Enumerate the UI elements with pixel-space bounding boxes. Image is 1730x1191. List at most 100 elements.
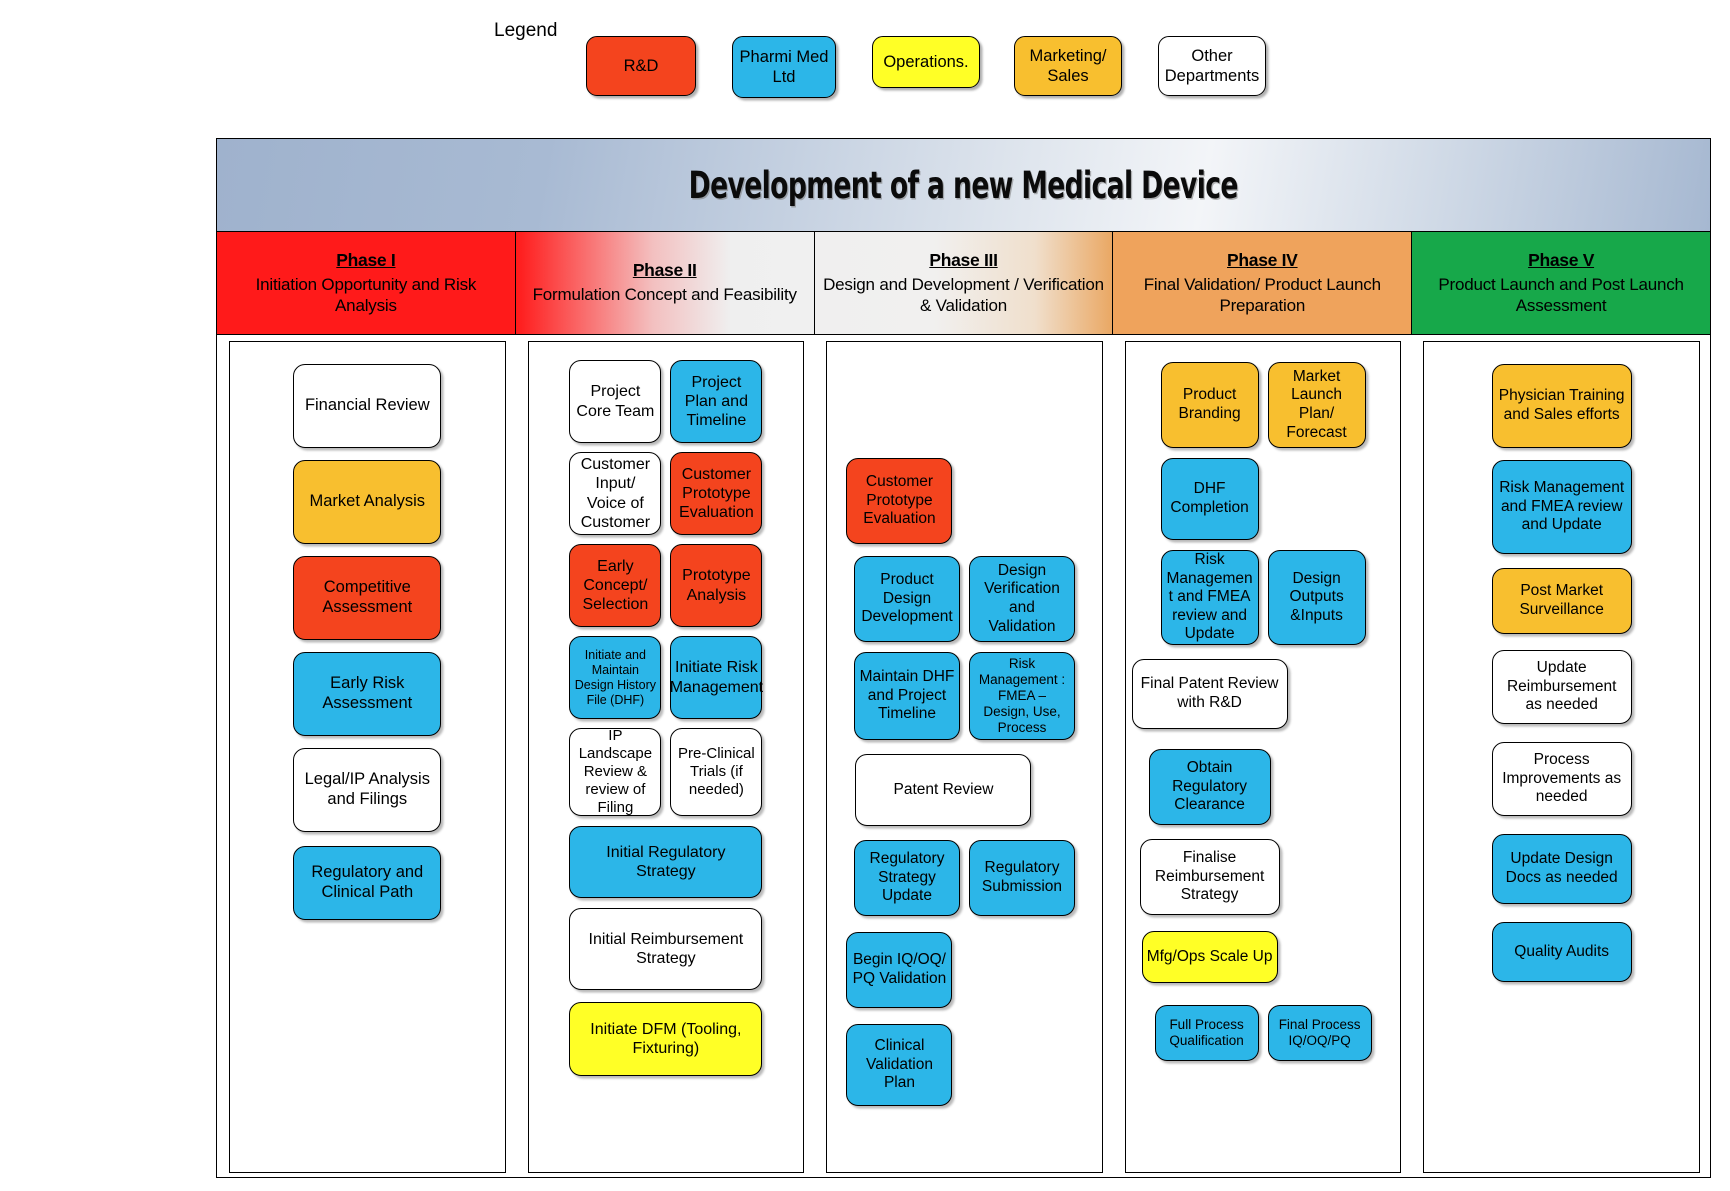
- node-physician-training-sales[interactable]: Physician Training and Sales efforts: [1491, 364, 1632, 448]
- phase-column-4-border: Product Branding Market Launch Plan/ For…: [1124, 341, 1402, 1173]
- phase-column-5-stack: Physician Training and Sales efforts Ris…: [1424, 342, 1699, 1172]
- legend-chip-other-departments: Other Departments: [1158, 36, 1266, 96]
- node-update-reimbursement[interactable]: Update Reimbursement as needed: [1491, 650, 1632, 724]
- node-regulatory-submission[interactable]: Regulatory Submission: [968, 840, 1075, 916]
- phase-column-2: Project Core Team Project Plan and Timel…: [516, 335, 815, 1179]
- node-initiate-maintain-dhf[interactable]: Initiate and Maintain Design History Fil…: [569, 636, 662, 719]
- node-risk-management-fmea[interactable]: Risk Management : FMEA – Design, Use, Pr…: [968, 652, 1075, 740]
- legend-chip-marketing-sales: Marketing/ Sales: [1014, 36, 1122, 96]
- phase-title: Phase I: [336, 249, 396, 270]
- phase-column-3-border: Customer Prototype Evaluation Product De…: [826, 341, 1103, 1173]
- phase-header-5: Phase V Product Launch and Post Launch A…: [1412, 232, 1710, 335]
- node-row: Product Branding Market Launch Plan/ For…: [1126, 362, 1401, 448]
- node-full-process-qualification[interactable]: Full Process Qualification: [1154, 1005, 1259, 1061]
- node-process-improvements[interactable]: Process Improvements as needed: [1491, 742, 1632, 816]
- node-financial-review[interactable]: Financial Review: [293, 364, 442, 448]
- phase-column-3-stack: Customer Prototype Evaluation Product De…: [827, 342, 1102, 1172]
- node-initiate-risk-management[interactable]: Initiate Risk Management: [670, 636, 763, 719]
- node-risk-management-fmea-update[interactable]: Risk Managemen t and FMEA review and Upd…: [1160, 550, 1259, 645]
- phase-title: Phase III: [929, 249, 998, 270]
- phase-column-4-stack: Product Branding Market Launch Plan/ For…: [1126, 342, 1401, 1172]
- node-initial-regulatory-strategy[interactable]: Initial Regulatory Strategy: [569, 826, 763, 898]
- node-competitive-assessment[interactable]: Competitive Assessment: [293, 556, 442, 640]
- phase-header-3: Phase III Design and Development / Verif…: [814, 232, 1114, 335]
- legend-chip-operations: Operations.: [872, 36, 980, 88]
- phase-header-1: Phase I Initiation Opportunity and Risk …: [217, 232, 516, 335]
- node-pre-clinical-trials[interactable]: Pre-Clinical Trials (if needed): [670, 728, 763, 816]
- node-row: Maintain DHF and Project Timeline Risk M…: [827, 652, 1102, 740]
- legend-items: R&D Pharmi Med Ltd Operations. Marketing…: [586, 36, 1266, 98]
- phase-subtitle: Initiation Opportunity and Risk Analysis: [255, 274, 477, 315]
- node-regulatory-strategy-update[interactable]: Regulatory Strategy Update: [853, 840, 960, 916]
- phase-body-row: Financial Review Market Analysis Competi…: [217, 335, 1710, 1179]
- node-project-core-team[interactable]: Project Core Team: [569, 360, 662, 443]
- node-row: Product Design Development Design Verifi…: [827, 556, 1102, 642]
- node-design-verification-validation[interactable]: Design Verification and Validation: [968, 556, 1075, 642]
- phase-column-1-stack: Financial Review Market Analysis Competi…: [230, 342, 505, 1172]
- phase-subtitle: Final Validation/ Product Launch Prepara…: [1143, 274, 1381, 315]
- node-quality-audits[interactable]: Quality Audits: [1491, 922, 1632, 982]
- node-dhf-completion[interactable]: DHF Completion: [1160, 458, 1259, 540]
- node-initial-reimbursement-strategy[interactable]: Initial Reimbursement Strategy: [569, 908, 763, 990]
- node-row: Full Process Qualification Final Process…: [1126, 1005, 1401, 1061]
- diagram-frame: Development of a new Medical Device Phas…: [216, 138, 1711, 1178]
- node-customer-prototype-evaluation[interactable]: Customer Prototype Evaluation: [846, 458, 953, 544]
- node-project-plan-timeline[interactable]: Project Plan and Timeline: [670, 360, 763, 443]
- node-row: Project Core Team Project Plan and Timel…: [529, 360, 804, 443]
- node-risk-management-fmea-review-update[interactable]: Risk Management and FMEA review and Upda…: [1491, 460, 1632, 554]
- node-row: Initiate and Maintain Design History Fil…: [529, 636, 804, 719]
- phase-column-2-border: Project Core Team Project Plan and Timel…: [527, 341, 805, 1173]
- phase-subtitle: Design and Development / Verification & …: [823, 274, 1104, 315]
- node-row: Customer Input/ Voice of Customer Custom…: [529, 452, 804, 535]
- node-maintain-dhf-project-timeline[interactable]: Maintain DHF and Project Timeline: [853, 652, 960, 740]
- node-early-risk-assessment[interactable]: Early Risk Assessment: [293, 652, 442, 736]
- diagram-title: Development of a new Medical Device: [688, 163, 1239, 207]
- node-final-process-iq-oq-pq[interactable]: Final Process IQ/OQ/PQ: [1267, 1005, 1372, 1061]
- phase-column-1: Financial Review Market Analysis Competi…: [217, 335, 516, 1179]
- legend-chip-pharmi-med-ltd: Pharmi Med Ltd: [732, 36, 836, 98]
- node-market-launch-plan[interactable]: Market Launch Plan/ Forecast: [1267, 362, 1366, 448]
- phase-column-4: Product Branding Market Launch Plan/ For…: [1113, 335, 1412, 1179]
- node-design-outputs-inputs[interactable]: Design Outputs &Inputs: [1267, 550, 1366, 645]
- node-row: IP Landscape Review & review of Filing P…: [529, 727, 804, 816]
- node-patent-review[interactable]: Patent Review: [855, 754, 1032, 826]
- phase-column-3: Customer Prototype Evaluation Product De…: [814, 335, 1113, 1179]
- node-customer-prototype-evaluation[interactable]: Customer Prototype Evaluation: [670, 452, 763, 535]
- phase-header-4: Phase IV Final Validation/ Product Launc…: [1113, 232, 1413, 335]
- node-row: Early Concept/ Selection Prototype Analy…: [529, 544, 804, 627]
- legend: Legend R&D Pharmi Med Ltd Operations. Ma…: [0, 0, 1730, 118]
- phase-title: Phase IV: [1227, 249, 1298, 270]
- legend-title: Legend: [494, 20, 558, 41]
- node-obtain-regulatory-clearance[interactable]: Obtain Regulatory Clearance: [1148, 749, 1271, 825]
- diagram-title-band: Development of a new Medical Device: [217, 139, 1710, 232]
- phase-column-5-border: Physician Training and Sales efforts Ris…: [1423, 341, 1700, 1173]
- node-legal-ip-analysis[interactable]: Legal/IP Analysis and Filings: [293, 748, 442, 832]
- phase-column-5: Physician Training and Sales efforts Ris…: [1411, 335, 1710, 1179]
- phase-header-row: Phase I Initiation Opportunity and Risk …: [217, 232, 1710, 335]
- node-update-design-docs[interactable]: Update Design Docs as needed: [1491, 834, 1632, 904]
- node-clinical-validation-plan[interactable]: Clinical Validation Plan: [846, 1024, 953, 1106]
- legend-chip-rd: R&D: [586, 36, 696, 96]
- node-product-design-development[interactable]: Product Design Development: [853, 556, 960, 642]
- node-begin-iq-oq-pq-validation[interactable]: Begin IQ/OQ/ PQ Validation: [846, 932, 953, 1008]
- node-row: Regulatory Strategy Update Regulatory Su…: [827, 840, 1102, 916]
- node-mfg-ops-scale-up[interactable]: Mfg/Ops Scale Up: [1141, 931, 1278, 983]
- node-regulatory-clinical-path[interactable]: Regulatory and Clinical Path: [293, 846, 442, 920]
- node-initiate-dfm[interactable]: Initiate DFM (Tooling, Fixturing): [569, 1002, 763, 1076]
- phase-column-1-border: Financial Review Market Analysis Competi…: [229, 341, 506, 1173]
- phase-subtitle: Product Launch and Post Launch Assessmen…: [1438, 274, 1684, 315]
- node-ip-landscape-review[interactable]: IP Landscape Review & review of Filing: [569, 727, 662, 816]
- phase-subtitle: Formulation Concept and Feasibility: [532, 285, 797, 305]
- node-market-analysis[interactable]: Market Analysis: [293, 460, 442, 544]
- node-final-patent-review[interactable]: Final Patent Review with R&D: [1131, 659, 1288, 729]
- node-finalise-reimbursement-strategy[interactable]: Finalise Reimbursement Strategy: [1139, 839, 1280, 915]
- phase-title: Phase II: [632, 260, 697, 281]
- phase-title: Phase V: [1528, 249, 1595, 270]
- node-prototype-analysis[interactable]: Prototype Analysis: [670, 544, 763, 627]
- phase-column-2-stack: Project Core Team Project Plan and Timel…: [529, 342, 804, 1172]
- node-post-market-surveillance[interactable]: Post Market Surveillance: [1491, 568, 1632, 634]
- phase-header-2: Phase II Formulation Concept and Feasibi…: [515, 232, 815, 335]
- node-early-concept-selection[interactable]: Early Concept/ Selection: [569, 544, 662, 627]
- node-customer-input-voice[interactable]: Customer Input/ Voice of Customer: [569, 452, 662, 535]
- node-product-branding[interactable]: Product Branding: [1160, 362, 1259, 448]
